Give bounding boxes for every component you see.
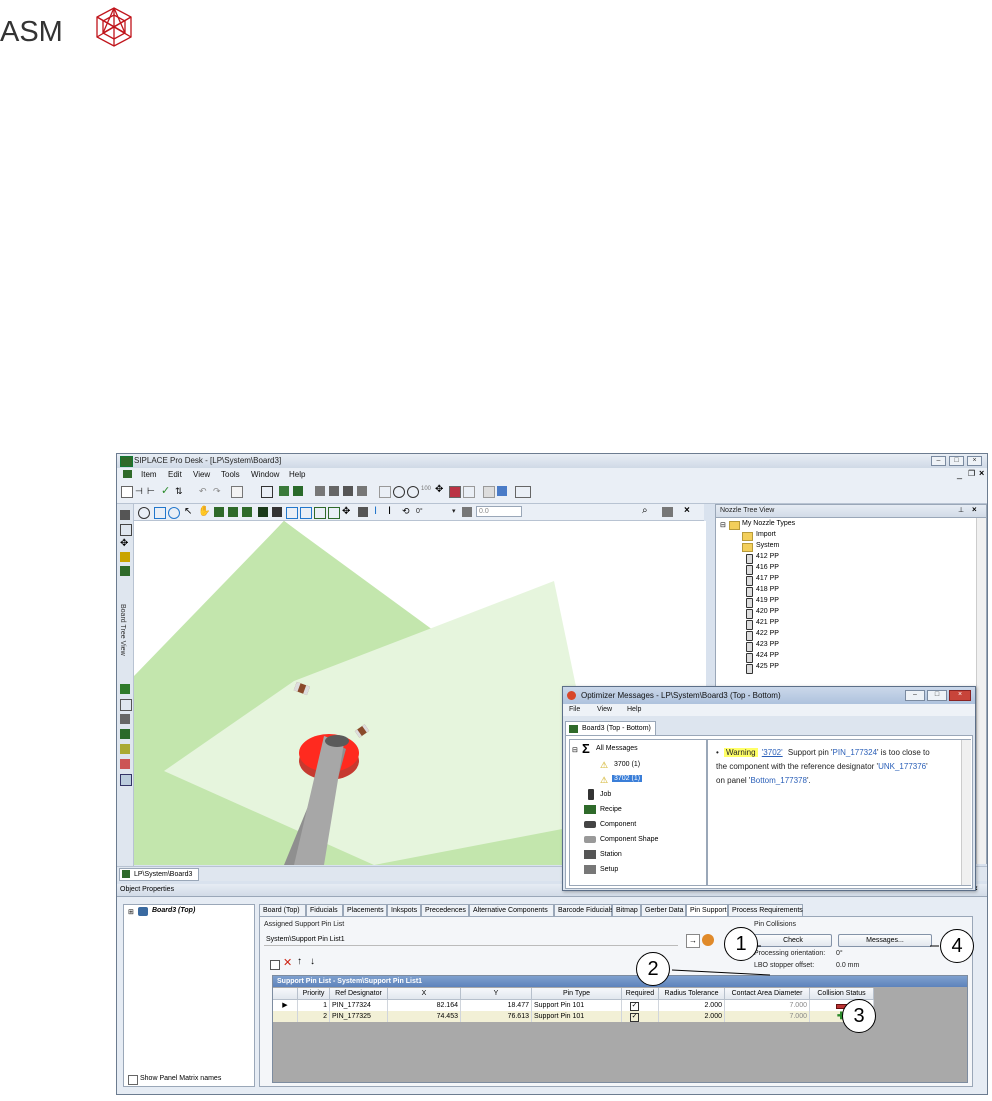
callout-1: 1 [724, 927, 758, 961]
callout-4: 4 [940, 929, 974, 963]
callout-leader-2 [671, 969, 771, 976]
callout-leaders [671, 945, 939, 976]
callout-3: 3 [842, 999, 876, 1033]
callout-2: 2 [636, 952, 670, 986]
